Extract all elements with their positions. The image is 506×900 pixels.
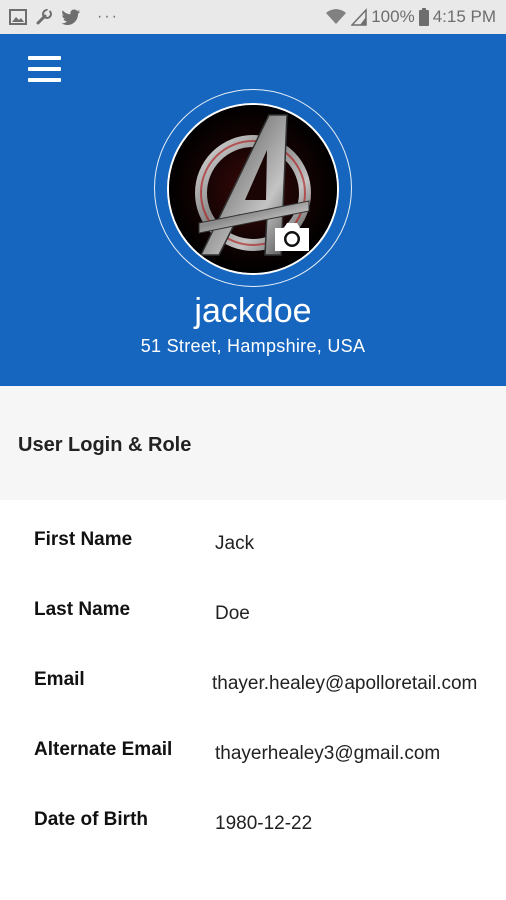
field-value: 1980-12-22 bbox=[215, 813, 313, 834]
menu-icon[interactable] bbox=[28, 56, 61, 82]
section-title: User Login & Role bbox=[18, 434, 192, 456]
field-row-alternate-email: Alternate Email thayerhealey3@gmail.com bbox=[0, 739, 506, 779]
field-row-email: Email thayer.healey@apolloretail.com bbox=[0, 669, 506, 709]
image-icon bbox=[9, 9, 27, 25]
field-label: Email bbox=[34, 669, 85, 690]
field-value: thayerhealey3@gmail.com bbox=[215, 743, 441, 764]
more-notifications: ··· bbox=[97, 8, 119, 25]
field-label: First Name bbox=[34, 529, 133, 550]
field-label: Last Name bbox=[34, 599, 131, 620]
profile-username: jackdoe bbox=[194, 292, 312, 330]
status-bar: ··· 100% 4:15 PM bbox=[0, 0, 506, 34]
signal-icon bbox=[351, 8, 367, 26]
field-label: Alternate Email bbox=[34, 739, 173, 760]
field-row-date-of-birth: Date of Birth 1980-12-22 bbox=[0, 809, 506, 849]
profile-address: 51 Street, Hampshire, USA bbox=[140, 336, 366, 356]
section-header[interactable]: User Login & Role bbox=[0, 386, 506, 500]
wifi-icon bbox=[325, 8, 347, 26]
field-label: Date of Birth bbox=[34, 809, 148, 830]
field-value: Jack bbox=[215, 533, 255, 554]
wrench-icon bbox=[35, 8, 53, 26]
twitter-icon bbox=[61, 8, 81, 26]
camera-icon[interactable] bbox=[272, 220, 312, 254]
avatar[interactable] bbox=[167, 103, 339, 275]
battery-icon bbox=[418, 8, 429, 26]
field-row-last-name: Last Name Doe bbox=[0, 599, 506, 639]
field-value: Doe bbox=[215, 603, 250, 624]
field-value: thayer.healey@apolloretail.com bbox=[212, 673, 478, 694]
clock: 4:15 PM bbox=[432, 7, 496, 26]
field-row-first-name: First Name Jack bbox=[0, 529, 506, 569]
battery-percent: 100% bbox=[371, 7, 415, 26]
